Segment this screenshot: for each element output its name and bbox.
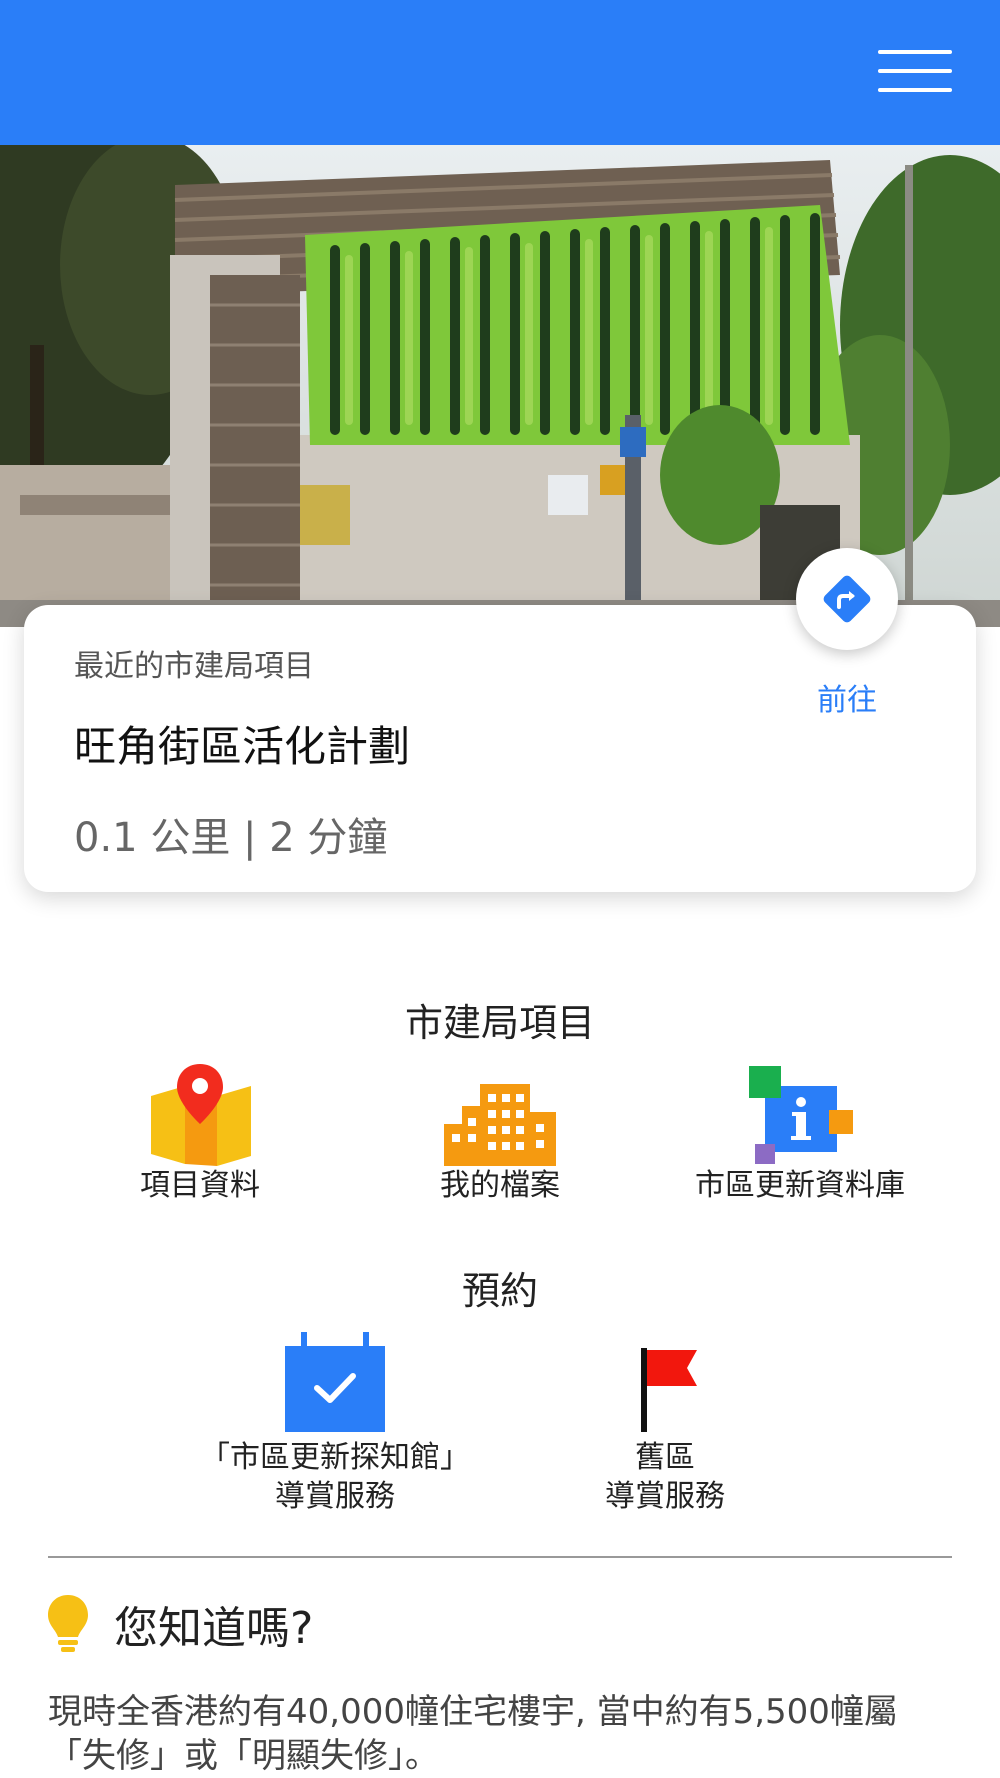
directions-icon bbox=[823, 575, 871, 623]
distance-time: 0.1 公里 | 2 分鐘 bbox=[74, 815, 388, 861]
old-district-tour-line1: 舊區 bbox=[635, 1440, 695, 1475]
old-district-tour-line2: 導賞服務 bbox=[605, 1479, 725, 1514]
my-profile-button[interactable]: 我的檔案 bbox=[400, 1062, 600, 1205]
urban-renewal-database-button[interactable]: 市區更新資料庫 bbox=[680, 1062, 920, 1205]
did-you-know-header: 您知道嗎? bbox=[46, 1592, 313, 1656]
buildings-icon bbox=[444, 1084, 556, 1166]
did-you-know-title: 您知道嗎? bbox=[114, 1603, 314, 1654]
info-database-icon bbox=[749, 1066, 853, 1164]
discovery-centre-tour-line1: 「市區更新探知館」 bbox=[200, 1440, 470, 1475]
did-you-know-line2: 「失修」或「明顯失修」。 bbox=[48, 1736, 439, 1776]
old-district-tour-button[interactable]: 舊區 導賞服務 bbox=[565, 1330, 765, 1516]
did-you-know-text: 現時全香港約有40,000幢住宅樓宇, 當中約有5,500幢屬 「失修」或「明顯… bbox=[48, 1690, 958, 1778]
hamburger-menu-icon[interactable] bbox=[878, 50, 952, 94]
red-flag-icon bbox=[641, 1348, 697, 1432]
project-info-label: 項目資料 bbox=[140, 1168, 260, 1203]
discovery-centre-tour-line2: 導賞服務 bbox=[275, 1479, 395, 1514]
section-divider bbox=[48, 1556, 952, 1558]
section-title-booking: 預約 bbox=[461, 1269, 538, 1313]
go-label[interactable]: 前往 bbox=[788, 675, 906, 719]
discovery-centre-tour-button[interactable]: 「市區更新探知館」 導賞服務 bbox=[190, 1330, 480, 1516]
project-info-button[interactable]: 項目資料 bbox=[110, 1062, 290, 1205]
my-profile-label: 我的檔案 bbox=[440, 1168, 560, 1203]
project-name: 旺角街區活化計劃 bbox=[74, 722, 411, 771]
directions-button[interactable] bbox=[796, 548, 898, 650]
nearest-project-card[interactable]: 最近的市建局項目 旺角街區活化計劃 0.1 公里 | 2 分鐘 前往 bbox=[24, 548, 976, 892]
top-app-bar bbox=[0, 0, 1000, 145]
section-title-projects: 市建局項目 bbox=[404, 1001, 595, 1045]
map-pin-icon bbox=[151, 1064, 251, 1166]
did-you-know-line1: 現時全香港約有40,000幢住宅樓宇, 當中約有5,500幢屬 bbox=[48, 1692, 898, 1732]
urban-renewal-database-label: 市區更新資料庫 bbox=[695, 1168, 905, 1203]
calendar-check-icon bbox=[285, 1332, 385, 1432]
card-kicker: 最近的市建局項目 bbox=[74, 649, 314, 684]
lightbulb-icon bbox=[48, 1595, 88, 1652]
